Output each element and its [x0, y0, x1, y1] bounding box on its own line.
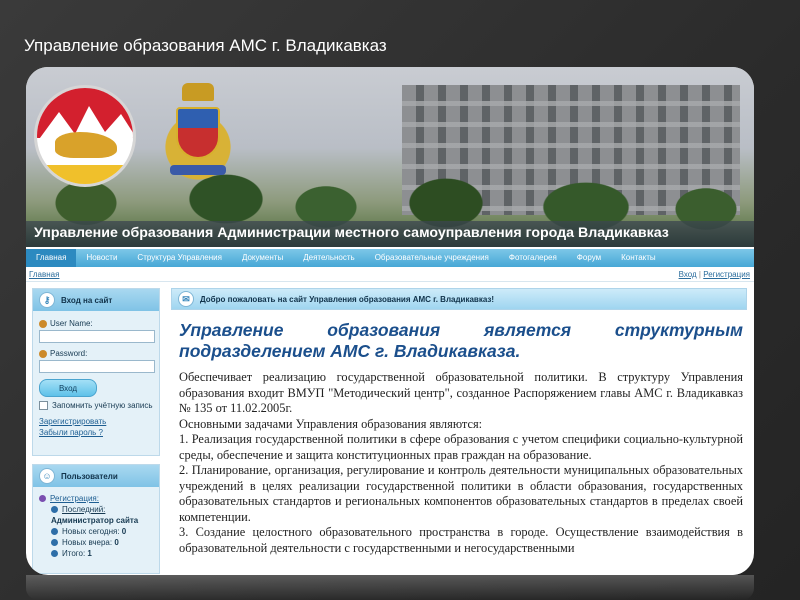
article-heading: Управление образования является структур…	[179, 320, 743, 361]
login-title: Вход на сайт	[61, 295, 113, 305]
password-label: Password:	[50, 349, 88, 358]
breadcrumb: Главная Вход | Регистрация	[26, 268, 754, 282]
website-screenshot: Управление образования Администрации мес…	[26, 67, 754, 575]
remember-label: Запомнить учётную запись	[52, 401, 153, 410]
last-user: Администратор сайта	[51, 516, 139, 525]
login-button[interactable]: Вход	[39, 379, 97, 397]
nav-item[interactable]: Образовательные учреждения	[365, 249, 499, 267]
new-today-value: 0	[121, 527, 127, 536]
forgot-password-link[interactable]: Забыли пароль ?	[39, 427, 153, 438]
register-account-link[interactable]: Зарегистрировать	[39, 416, 153, 427]
nav-item[interactable]: Новости	[76, 249, 127, 267]
site-banner: Управление образования Администрации мес…	[26, 67, 754, 247]
article-body: Обеспечивает реализацию государственной …	[179, 370, 743, 556]
paragraph: 2. Планирование, организация, регулирова…	[179, 463, 743, 524]
paragraph: 1. Реализация государственной политики в…	[179, 432, 743, 462]
nav-item[interactable]: Структура Управления	[127, 249, 232, 267]
total-label: Итого:	[62, 549, 86, 558]
users-panel: ☺ Пользователи Регистрация: Последний: А…	[32, 464, 160, 574]
last-label: Последний:	[62, 505, 106, 514]
main-content: ✉ Добро пожаловать на сайт Управления об…	[171, 288, 747, 575]
register-link[interactable]: Регистрация	[703, 270, 750, 279]
bullet-icon	[51, 550, 58, 557]
nav-item[interactable]: Документы	[232, 249, 293, 267]
users-icon: ☺	[39, 468, 55, 484]
bullet-icon	[51, 528, 58, 535]
info-icon: ✉	[178, 291, 194, 307]
lock-icon	[39, 349, 47, 358]
welcome-title: Добро пожаловать на сайт Управления обра…	[200, 294, 495, 304]
separator: |	[698, 270, 701, 279]
ossetia-emblem	[34, 85, 136, 187]
bullet-icon	[51, 506, 58, 513]
new-today-label: Новых сегодня:	[62, 527, 120, 536]
username-label: User Name:	[50, 319, 93, 328]
main-nav: Главная Новости Структура Управления Докуме…	[26, 249, 754, 267]
paragraph: Обеспечивает реализацию государственной …	[179, 370, 743, 415]
users-title: Пользователи	[61, 471, 118, 481]
total-value: 1	[87, 549, 92, 558]
bullet-icon	[51, 539, 58, 546]
user-icon	[39, 319, 47, 328]
new-yesterday-value: 0	[114, 538, 119, 547]
registration-link[interactable]: Регистрация:	[50, 493, 99, 504]
remember-checkbox[interactable]	[39, 401, 48, 410]
login-link[interactable]: Вход	[679, 270, 697, 279]
nav-item[interactable]: Фотогалерея	[499, 249, 567, 267]
breadcrumb-home[interactable]: Главная	[29, 270, 59, 279]
nav-item[interactable]: Контакты	[611, 249, 666, 267]
nav-item[interactable]: Главная	[26, 249, 77, 267]
username-input[interactable]	[39, 330, 155, 343]
vladikavkaz-coat-of-arms	[152, 81, 244, 191]
key-icon: ⚷	[39, 292, 55, 308]
paragraph: 3. Создание целостного образовательного …	[179, 525, 743, 555]
group-icon	[39, 495, 46, 502]
password-input[interactable]	[39, 360, 155, 373]
site-header: Управление образования Администрации мес…	[26, 221, 754, 247]
new-yesterday-label: Новых вчера:	[62, 538, 113, 547]
login-panel: ⚷ Вход на сайт User Name: Password: Вход…	[32, 288, 160, 456]
frame-reflection	[26, 575, 754, 600]
slide-title: Управление образования АМС г. Владикавка…	[24, 36, 387, 55]
paragraph: Основными задачами Управления образовани…	[179, 416, 483, 431]
nav-item[interactable]: Форум	[567, 249, 611, 267]
nav-item[interactable]: Деятельность	[293, 249, 365, 267]
